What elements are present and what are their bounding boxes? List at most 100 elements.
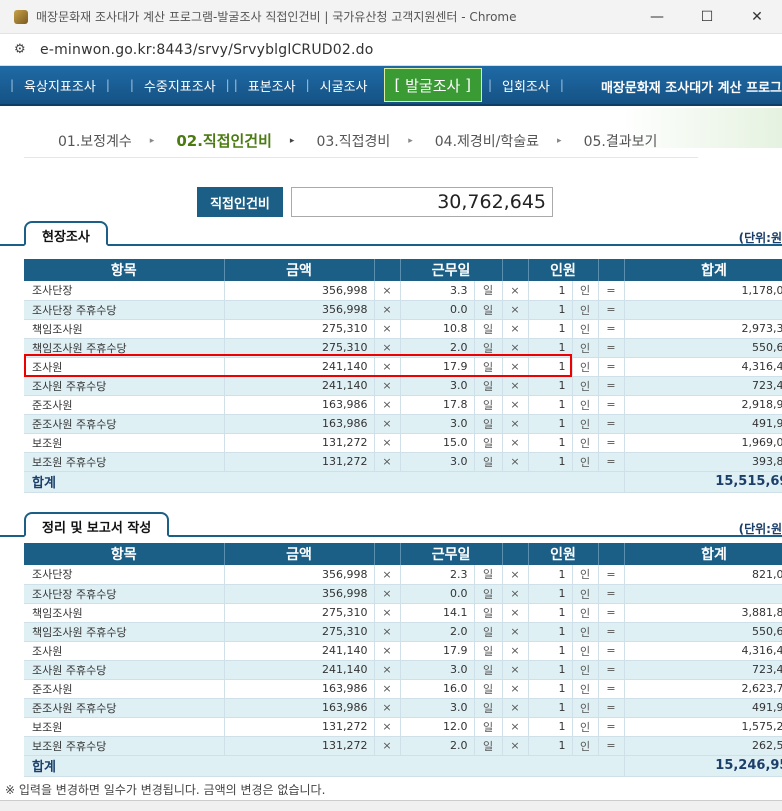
day-unit: 일 — [474, 414, 503, 434]
row-name: 준조사원 — [24, 679, 225, 699]
person-unit: 인 — [572, 565, 599, 585]
row-total: 262,544 — [624, 736, 782, 756]
row-amount[interactable]: 356,998 — [224, 584, 375, 604]
site-info-icon[interactable]: ⚙ — [14, 42, 30, 57]
maximize-button[interactable]: ☐ — [682, 0, 732, 34]
equals-sign: = — [598, 319, 625, 339]
row-people[interactable]: 1 — [528, 584, 573, 604]
nav-item-excavation[interactable]: [ 발굴조사 ] — [383, 68, 482, 102]
row-days[interactable]: 2.0 — [400, 338, 475, 358]
row-days[interactable]: 15.0 — [400, 433, 475, 453]
row-amount[interactable]: 241,140 — [224, 641, 375, 661]
row-people[interactable]: 1 — [528, 357, 573, 377]
nav-item-observe[interactable]: 입회조사 — [492, 76, 560, 95]
nav-item-trial[interactable]: 시굴조사 — [310, 76, 378, 95]
row-total: 821,095 — [624, 565, 782, 585]
close-button[interactable]: ✕ — [732, 0, 782, 34]
day-unit: 일 — [474, 565, 503, 585]
row-days[interactable]: 16.0 — [400, 679, 475, 699]
row-people[interactable]: 1 — [528, 641, 573, 661]
row-people[interactable]: 1 — [528, 376, 573, 396]
day-unit: 일 — [474, 603, 503, 623]
row-days[interactable]: 17.8 — [400, 395, 475, 415]
th-people: 인원 — [528, 259, 599, 281]
row-days[interactable]: 10.8 — [400, 319, 475, 339]
nav-item-land[interactable]: 육상지표조사 — [14, 76, 106, 95]
times-sign: × — [502, 736, 529, 756]
row-days[interactable]: 14.1 — [400, 603, 475, 623]
times-sign: × — [502, 319, 529, 339]
row-amount[interactable]: 275,310 — [224, 338, 375, 358]
row-amount[interactable]: 163,986 — [224, 395, 375, 415]
row-amount[interactable]: 131,272 — [224, 433, 375, 453]
row-amount[interactable]: 241,140 — [224, 660, 375, 680]
row-people[interactable]: 1 — [528, 698, 573, 718]
row-people[interactable]: 1 — [528, 736, 573, 756]
row-people[interactable]: 1 — [528, 660, 573, 680]
row-total: 491,958 — [624, 414, 782, 434]
row-people[interactable]: 1 — [528, 281, 573, 301]
minimize-button[interactable]: — — [632, 0, 682, 34]
equals-sign: = — [598, 281, 625, 301]
times-sign: × — [374, 357, 401, 377]
row-days[interactable]: 12.0 — [400, 717, 475, 737]
row-days[interactable]: 3.0 — [400, 452, 475, 472]
row-people[interactable]: 1 — [528, 565, 573, 585]
row-people[interactable]: 1 — [528, 717, 573, 737]
row-days[interactable]: 2.3 — [400, 565, 475, 585]
person-unit: 인 — [572, 300, 599, 320]
row-days[interactable]: 3.0 — [400, 660, 475, 680]
row-amount[interactable]: 131,272 — [224, 736, 375, 756]
times-sign: × — [502, 622, 529, 642]
row-people[interactable]: 1 — [528, 300, 573, 320]
row-people[interactable]: 1 — [528, 395, 573, 415]
row-name: 조사단장 주휴수당 — [24, 584, 225, 604]
row-people[interactable]: 1 — [528, 414, 573, 434]
row-amount[interactable]: 241,140 — [224, 376, 375, 396]
row-people[interactable]: 1 — [528, 603, 573, 623]
row-days[interactable]: 3.0 — [400, 376, 475, 396]
row-amount[interactable]: 275,310 — [224, 603, 375, 623]
row-amount[interactable]: 163,986 — [224, 414, 375, 434]
row-amount[interactable]: 131,272 — [224, 452, 375, 472]
table-row: 조사단장 주휴수당356,998×0.0일×1인=0 — [24, 300, 782, 320]
notice-text: ※ 입력을 변경하면 일수가 변경됩니다. 금액의 변경은 없습니다. — [5, 783, 326, 797]
row-people[interactable]: 1 — [528, 338, 573, 358]
times-sign: × — [374, 603, 401, 623]
row-people[interactable]: 1 — [528, 433, 573, 453]
row-amount[interactable]: 356,998 — [224, 300, 375, 320]
row-amount[interactable]: 241,140 — [224, 357, 375, 377]
times-sign: × — [374, 300, 401, 320]
row-days[interactable]: 17.9 — [400, 641, 475, 661]
row-people[interactable]: 1 — [528, 319, 573, 339]
row-people[interactable]: 1 — [528, 622, 573, 642]
row-amount[interactable]: 275,310 — [224, 319, 375, 339]
row-people[interactable]: 1 — [528, 679, 573, 699]
row-amount[interactable]: 356,998 — [224, 565, 375, 585]
times-sign: × — [374, 338, 401, 358]
times-sign: × — [502, 376, 529, 396]
day-unit: 일 — [474, 376, 503, 396]
row-days[interactable]: 2.0 — [400, 622, 475, 642]
row-amount[interactable]: 163,986 — [224, 698, 375, 718]
row-days[interactable]: 3.0 — [400, 414, 475, 434]
row-name: 책임조사원 주휴수당 — [24, 338, 225, 358]
row-days[interactable]: 2.0 — [400, 736, 475, 756]
row-amount[interactable]: 275,310 — [224, 622, 375, 642]
row-days[interactable]: 3.3 — [400, 281, 475, 301]
row-amount[interactable]: 356,998 — [224, 281, 375, 301]
table-row: 조사원 주휴수당241,140×3.0일×1인=723,420 — [24, 660, 782, 680]
row-amount[interactable]: 131,272 — [224, 717, 375, 737]
row-days[interactable]: 0.0 — [400, 300, 475, 320]
row-people[interactable]: 1 — [528, 452, 573, 472]
nav-item-sample[interactable]: 표본조사 — [238, 76, 306, 95]
url-text[interactable]: e-minwon.go.kr:8443/srvy/SrvyblglCRUD02.… — [40, 42, 374, 58]
row-days[interactable]: 0.0 — [400, 584, 475, 604]
row-amount[interactable]: 163,986 — [224, 679, 375, 699]
row-days[interactable]: 3.0 — [400, 698, 475, 718]
row-name: 조사원 — [24, 641, 225, 661]
row-days[interactable]: 17.9 — [400, 357, 475, 377]
equals-sign: = — [598, 698, 625, 718]
equals-sign: = — [598, 300, 625, 320]
nav-item-underwater[interactable]: 수중지표조사 — [134, 76, 226, 95]
